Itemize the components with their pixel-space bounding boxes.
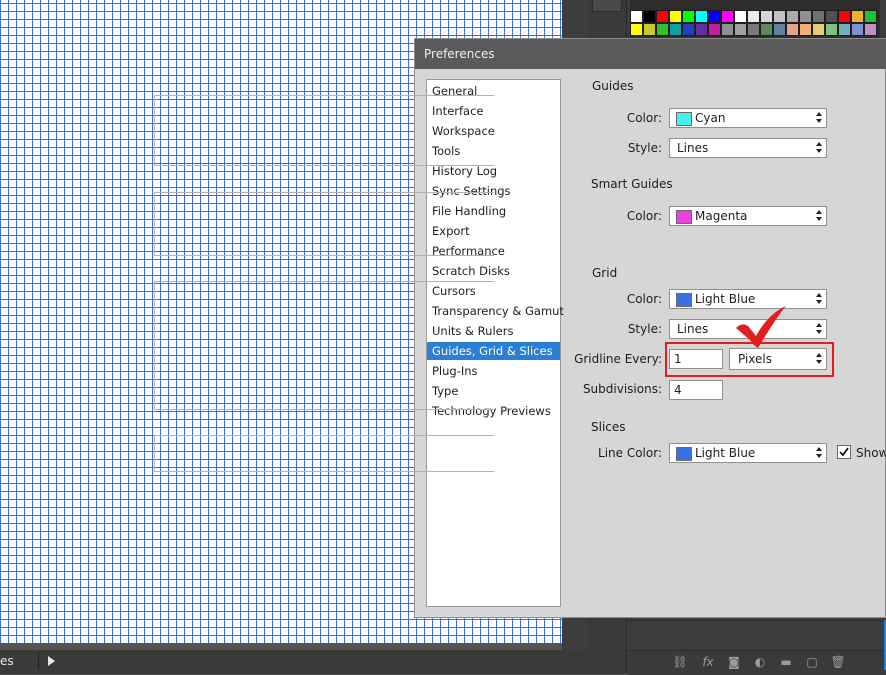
guides-color-swatch: [676, 112, 692, 126]
color-swatch[interactable]: [721, 10, 734, 23]
grid-color-label: Color:: [626, 292, 662, 306]
new-layer-icon[interactable]: ▢: [804, 655, 820, 669]
color-swatch[interactable]: [695, 23, 708, 36]
smart-guides-group: [154, 192, 494, 256]
color-swatch[interactable]: [630, 23, 643, 36]
slices-group: [154, 435, 494, 472]
color-swatch[interactable]: [721, 23, 734, 36]
link-layers-icon[interactable]: ⛓: [672, 655, 688, 669]
color-swatch[interactable]: [695, 10, 708, 23]
smart-guides-color-label: Color:: [626, 209, 662, 223]
color-swatch[interactable]: [773, 10, 786, 23]
color-swatch[interactable]: [864, 10, 877, 23]
color-swatch[interactable]: [786, 23, 799, 36]
layer-mask-icon[interactable]: ◙: [726, 655, 742, 669]
subdivisions-label: Subdivisions:: [582, 382, 662, 396]
color-swatch[interactable]: [799, 23, 812, 36]
guides-group: [154, 95, 494, 166]
checkmark-icon: [839, 447, 849, 457]
color-swatch[interactable]: [760, 23, 773, 36]
color-swatch[interactable]: [669, 10, 682, 23]
status-menu-arrow-icon[interactable]: [48, 656, 55, 666]
color-swatch[interactable]: [838, 23, 851, 36]
smart-guides-title: Smart Guides: [590, 177, 674, 191]
color-swatch[interactable]: [682, 10, 695, 23]
subdivisions-input[interactable]: 4: [669, 380, 723, 400]
color-swatch[interactable]: [864, 23, 877, 36]
select-arrows-icon: [816, 293, 822, 305]
select-arrows-icon: [816, 210, 822, 222]
select-arrows-icon: [816, 323, 822, 335]
guides-color-select[interactable]: Cyan: [669, 108, 827, 128]
layers-panel: [628, 620, 886, 651]
grid-color-swatch: [676, 293, 692, 307]
color-swatch[interactable]: [734, 10, 747, 23]
guides-style-label: Style:: [627, 141, 662, 155]
grid-title: Grid: [591, 266, 619, 280]
color-swatch[interactable]: [682, 23, 695, 36]
dialog-title: Preferences: [424, 47, 495, 61]
gridline-every-label: Gridline Every:: [574, 352, 662, 366]
red-checkmark-icon: [736, 306, 786, 348]
select-arrows-icon: [816, 142, 822, 154]
delete-layer-icon[interactable]: 🗑: [830, 655, 846, 669]
show-label: Show: [856, 446, 886, 460]
smart-guides-color-value: Magenta: [695, 209, 748, 223]
grid-group: [154, 281, 494, 410]
dialog-title-bar[interactable]: Preferences: [415, 39, 886, 69]
color-swatch[interactable]: [812, 10, 825, 23]
color-swatch[interactable]: [851, 10, 864, 23]
layers-toolbar: ⛓ fx ◙ ◐ ▬ ▢ 🗑: [628, 650, 886, 675]
category-item[interactable]: Scratch Disks: [427, 262, 560, 280]
slices-line-color-label: Line Color:: [598, 446, 662, 460]
color-swatch[interactable]: [773, 23, 786, 36]
color-swatch[interactable]: [851, 23, 864, 36]
color-swatch[interactable]: [825, 10, 838, 23]
color-swatch[interactable]: [734, 23, 747, 36]
slices-line-color-select[interactable]: Light Blue: [669, 443, 827, 463]
color-swatch[interactable]: [786, 10, 799, 23]
color-swatch[interactable]: [812, 23, 825, 36]
select-arrows-icon: [816, 447, 822, 459]
color-swatch[interactable]: [799, 10, 812, 23]
color-swatch[interactable]: [708, 23, 721, 36]
status-bar: es: [0, 650, 588, 674]
color-swatch[interactable]: [656, 10, 669, 23]
color-swatch[interactable]: [825, 23, 838, 36]
guides-title: Guides: [591, 79, 635, 93]
guides-color-label: Color:: [626, 111, 662, 125]
color-swatch[interactable]: [760, 10, 773, 23]
color-swatch[interactable]: [838, 10, 851, 23]
smart-guides-color-select[interactable]: Magenta: [669, 206, 827, 226]
status-text: es: [0, 654, 14, 668]
color-swatch[interactable]: [630, 10, 643, 23]
panel-collapse-button[interactable]: [592, 0, 622, 12]
guides-style-select[interactable]: Lines: [669, 138, 827, 158]
smart-guides-color-swatch: [676, 210, 692, 224]
color-swatch[interactable]: [747, 23, 760, 36]
color-swatch[interactable]: [643, 23, 656, 36]
fx-icon[interactable]: fx: [700, 655, 716, 669]
slices-line-color-value: Light Blue: [695, 446, 756, 460]
slices-line-color-swatch: [676, 447, 692, 461]
color-swatch[interactable]: [747, 10, 760, 23]
swatches-panel: [630, 0, 880, 40]
guides-color-value: Cyan: [695, 111, 726, 125]
grid-style-label: Style:: [627, 322, 662, 336]
guides-style-value: Lines: [677, 141, 709, 155]
color-swatch[interactable]: [708, 10, 721, 23]
slices-title: Slices: [590, 420, 627, 434]
color-swatch[interactable]: [643, 10, 656, 23]
color-swatch[interactable]: [669, 23, 682, 36]
adjustment-layer-icon[interactable]: ◐: [752, 655, 768, 669]
new-group-icon[interactable]: ▬: [778, 655, 794, 669]
grid-style-value: Lines: [677, 322, 709, 336]
show-slice-numbers-checkbox[interactable]: [837, 445, 851, 459]
color-swatch[interactable]: [656, 23, 669, 36]
select-arrows-icon: [816, 112, 822, 124]
